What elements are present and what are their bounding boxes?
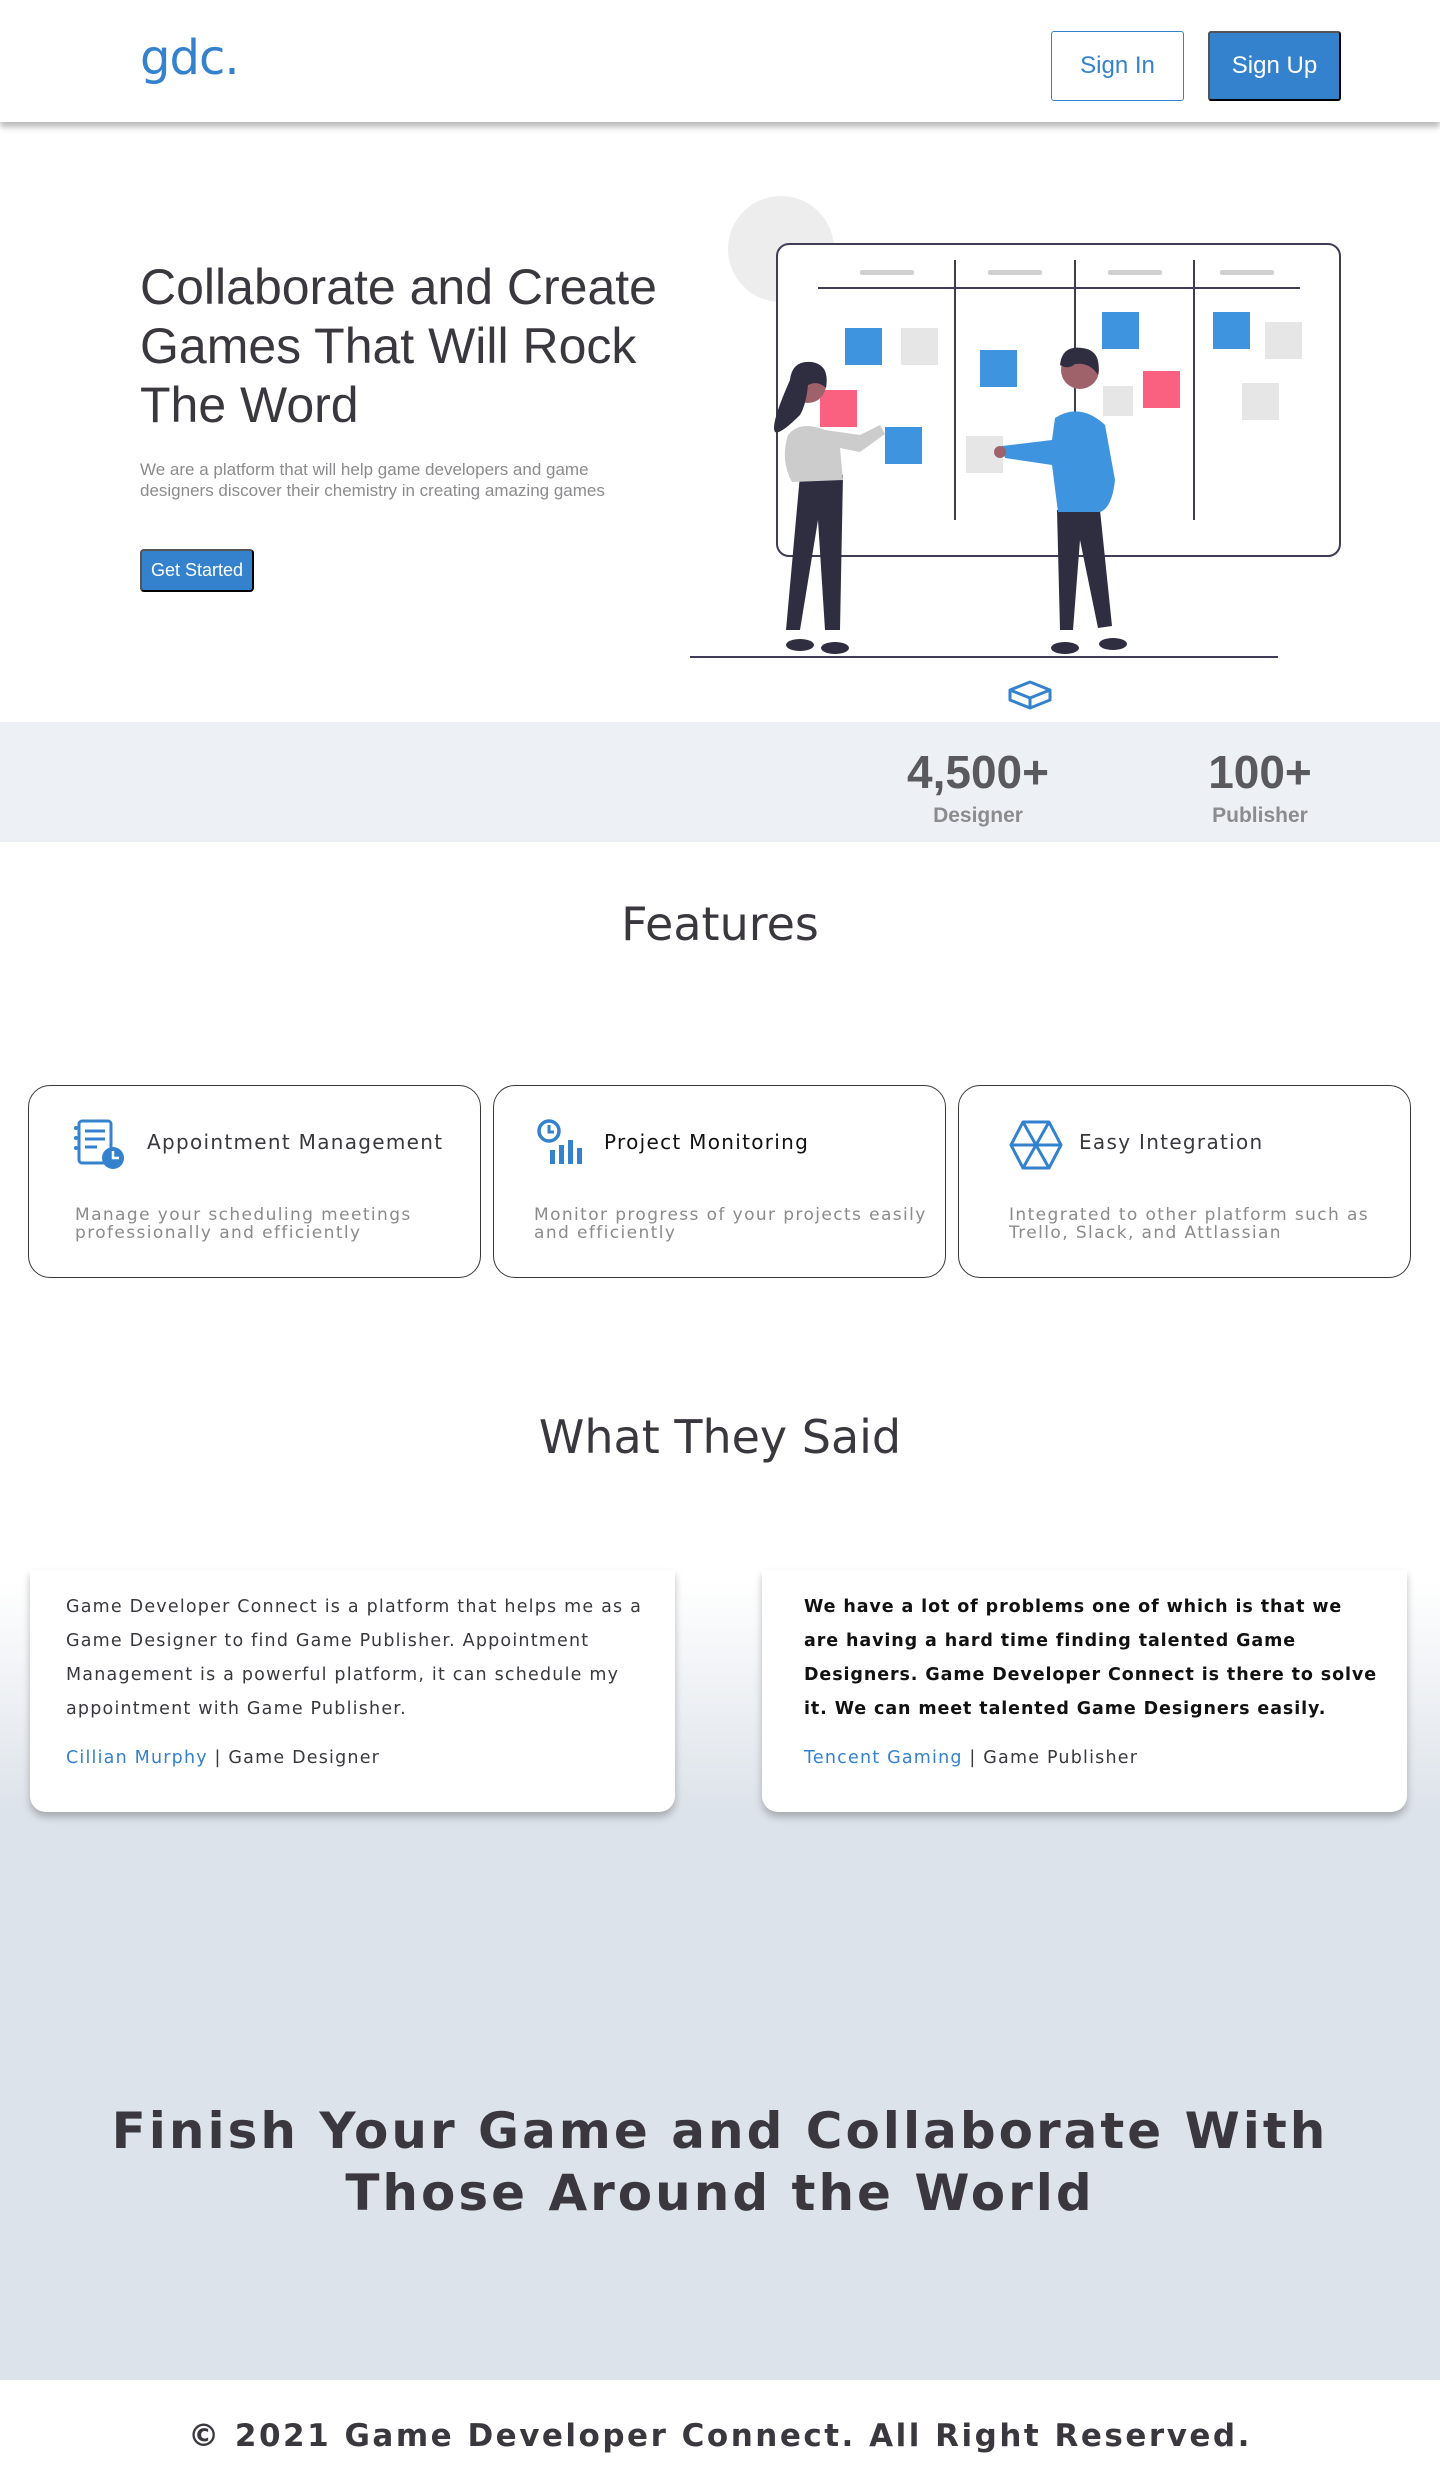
- testimonial-separator: |: [962, 1748, 984, 1768]
- testimonial-author-name[interactable]: Tencent Gaming: [804, 1748, 963, 1768]
- feature-card-appointment[interactable]: Appointment Management Manage your sched…: [28, 1085, 481, 1278]
- feature-title: Project Monitoring: [604, 1130, 810, 1154]
- stat-designer-value: 4,500+: [907, 746, 1049, 798]
- feature-description: Integrated to other platform such as Tre…: [1009, 1205, 1370, 1243]
- get-started-button[interactable]: Get Started: [140, 549, 254, 592]
- site-footer: © 2021 Game Developer Connect. All Right…: [0, 2380, 1440, 2489]
- testimonial-author-name[interactable]: Cillian Murphy: [66, 1748, 208, 1768]
- stat-publisher: 100+ Publisher: [1160, 744, 1360, 828]
- stat-designer-label: Designer: [933, 804, 1023, 827]
- feature-card-monitoring[interactable]: Project Monitoring Monitor progress of y…: [493, 1085, 946, 1278]
- testimonial-text: Game Developer Connect is a platform tha…: [66, 1597, 643, 1719]
- sign-up-button[interactable]: Sign Up: [1208, 31, 1341, 101]
- feature-card-integration[interactable]: Easy Integration Integrated to other pla…: [958, 1085, 1411, 1278]
- stat-publisher-value: 100+: [1208, 746, 1312, 798]
- testimonial-text: We have a lot of problems one of which i…: [804, 1597, 1378, 1719]
- site-header: gdc. Sign In Sign Up: [0, 0, 1440, 122]
- kanban-board-illustration: [690, 196, 1341, 710]
- monitoring-icon: [537, 1119, 582, 1164]
- cta-heading: Finish Your Game and Collaborate With Th…: [0, 2100, 1440, 2224]
- testimonial-author-role: Game Publisher: [983, 1748, 1139, 1768]
- feature-description: Monitor progress of your projects easily…: [534, 1205, 927, 1243]
- testimonials-title: What They Said: [538, 1410, 902, 1464]
- testimonial-card: We have a lot of problems one of which i…: [762, 1570, 1407, 1812]
- logo[interactable]: gdc.: [140, 30, 240, 86]
- testimonial-author: Tencent Gaming | Game Publisher: [804, 1748, 1138, 1768]
- cta-text: Finish Your Game and Collaborate With Th…: [111, 2102, 1329, 2222]
- feature-title: Appointment Management: [147, 1130, 444, 1154]
- hero-description: We are a platform that will help game de…: [140, 460, 605, 500]
- cube-icon[interactable]: [1008, 680, 1052, 710]
- features-title: Features: [621, 897, 819, 951]
- stats-bar: 4,500+ Designer 100+ Publisher: [0, 722, 1440, 842]
- testimonial-separator: |: [207, 1748, 229, 1768]
- sign-in-button[interactable]: Sign In: [1051, 31, 1184, 101]
- stat-designer: 4,500+ Designer: [878, 744, 1078, 828]
- hero-title: Collaborate and Create Games That Will R…: [140, 259, 657, 433]
- testimonial-author: Cillian Murphy | Game Designer: [66, 1748, 380, 1768]
- feature-description: Manage your scheduling meetings professi…: [75, 1205, 412, 1243]
- appointment-icon: [74, 1119, 124, 1169]
- stat-publisher-label: Publisher: [1212, 804, 1308, 827]
- integration-icon: [1009, 1120, 1063, 1170]
- testimonial-author-role: Game Designer: [228, 1748, 381, 1768]
- footer-copyright: © 2021 Game Developer Connect. All Right…: [188, 2418, 1252, 2454]
- testimonial-card: Game Developer Connect is a platform tha…: [30, 1570, 675, 1812]
- feature-title: Easy Integration: [1079, 1130, 1264, 1154]
